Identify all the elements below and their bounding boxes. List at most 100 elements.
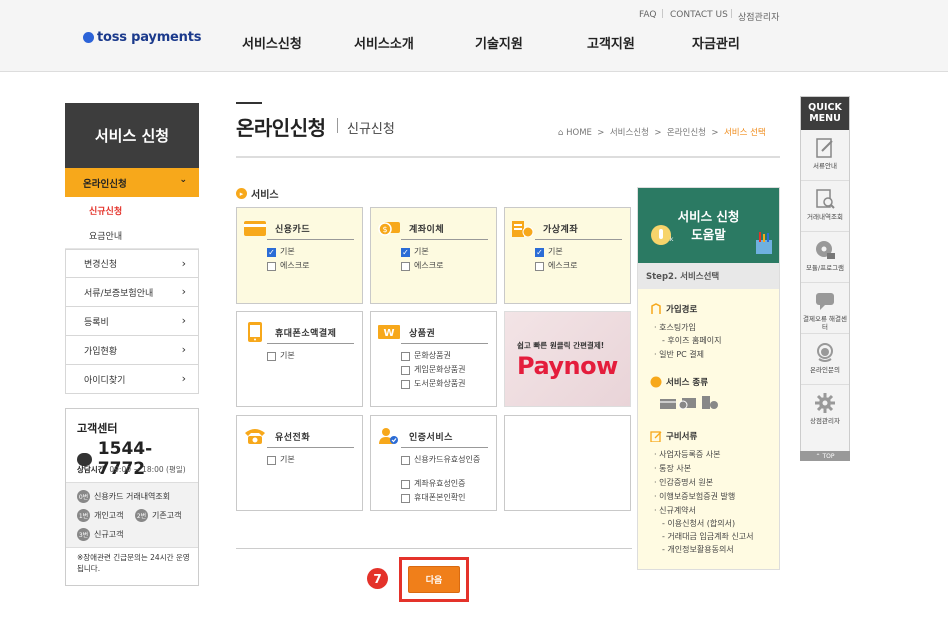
customer-center-title: 고객센터 [77,422,118,435]
customer-center-hours: 상담시간 09:00 ~ 18:00 (평일) [77,464,186,475]
option-checkbox[interactable]: 기본 [267,455,359,465]
quick-menu-item-merchant-admin[interactable]: 상점관리자 [801,386,849,436]
breadcrumb-item[interactable]: 온라인신청 [667,128,706,138]
sidebar-item-change-apply[interactable]: 변경신청 › [65,249,199,278]
nav-service-apply[interactable]: 서비스신청 [242,33,302,52]
checkbox-unchecked[interactable] [267,262,276,271]
help-item: · 호스팅가입 [654,323,696,332]
breadcrumb-home[interactable]: HOME [566,128,592,138]
checkbox-unchecked[interactable] [401,494,410,503]
checkbox-checked[interactable]: ✓ [401,248,410,257]
option-checkbox[interactable]: 문화상품권 [401,351,493,361]
checkbox-unchecked[interactable] [401,262,410,271]
service-card-virtual-account[interactable]: 가상계좌 ✓ 기본 에스크로 [504,207,631,304]
checkbox-unchecked[interactable] [267,456,276,465]
service-card-credit-card[interactable]: 신용카드 ✓ 기본 에스크로 [236,207,363,304]
checkbox-unchecked[interactable] [401,456,410,465]
option-checkbox[interactable]: 에스크로 [401,261,493,271]
util-divider: | [661,9,665,19]
service-card-account-transfer[interactable]: $ 계좌이체 ✓ 기본 에스크로 [370,207,497,304]
option-label: 계좌유효성인증 [414,479,466,488]
checkbox-unchecked[interactable] [401,352,410,361]
option-checkbox[interactable]: ✓ 기본 [267,247,359,257]
option-checkbox[interactable]: ✓ 기본 [401,247,493,257]
help-banner[interactable]: 서비스 신청 도움말 click [638,188,779,263]
card-divider [535,239,622,240]
service-card-landline[interactable]: 유선전화 기본 [236,415,363,511]
checkbox-checked[interactable]: ✓ [535,248,544,257]
page-title: 온라인신청 [236,116,326,140]
promo-slogan: 쉽고 빠른 원클릭 간편결제! [517,341,605,350]
option-checkbox[interactable]: ✓ 기본 [535,247,627,257]
bottom-divider [236,548,632,549]
sidebar-item-online-apply[interactable]: 온라인신청 ⌄ [65,168,199,197]
option-label: 신규고객 [94,530,124,539]
service-card-authentication[interactable]: 인증서비스 신용카드유효성인증 계좌유효성인증 휴대폰본인확인 [370,415,497,511]
quick-menu-item-error-center[interactable]: 결제오류 해결센터 [801,284,849,334]
sidebar-item-label: 아이디찾기 [84,375,126,386]
cs-option: 3번 신규고객 [77,528,123,541]
paynow-logo: Paynow [517,352,618,380]
checkbox-unchecked[interactable] [401,480,410,489]
sidebar-item-registration-fee[interactable]: 등록비 › [65,307,199,336]
util-link-contact[interactable]: CONTACT US [670,10,728,20]
svg-text:W: W [383,328,394,339]
option-checkbox[interactable]: 도서문화상품권 [401,379,493,389]
option-checkbox[interactable]: 에스크로 [535,261,627,271]
help-section-title: 서비스 종류 [650,376,708,388]
sidebar-title: 서비스 신청 [65,103,199,168]
breadcrumb: ⌂ HOME > 서비스신청 > 온라인신청 > 서비스 선택 [558,126,766,138]
toss-payments-logo[interactable]: toss payments [83,30,201,45]
mobile-phone-icon [243,322,267,342]
quick-menu-item-transaction[interactable]: 거래내역조회 [801,182,849,232]
service-card-mobile-payment[interactable]: 휴대폰소액결제 기본 [236,311,363,407]
option-checkbox[interactable]: 에스크로 [267,261,359,271]
help-item: - 개인정보활용동의서 [662,544,734,555]
nav-tech-support[interactable]: 기술지원 [475,33,523,52]
quick-menu-item-module[interactable]: 모듈/프로그램 [801,233,849,283]
breadcrumb-item[interactable]: 서비스신청 [610,128,649,138]
option-label: 기본 [414,247,429,256]
telephone-icon [243,428,267,444]
paynow-promo-banner[interactable]: 쉽고 빠른 원클릭 간편결제! Paynow [504,311,631,407]
quick-menu-item-inquiry[interactable]: 온라인문의 [801,335,849,385]
sidebar-subitem-new-apply[interactable]: 신규신청 [65,197,199,223]
checkbox-unchecked[interactable] [401,380,410,389]
top-label: TOP [822,452,835,460]
service-card-gift-certificate[interactable]: W 상품권 문화상품권 게임문화상품권 도서문화상품권 [370,311,497,407]
checkbox-unchecked[interactable] [267,352,276,361]
nav-fund-management[interactable]: 자금관리 [692,33,740,52]
home-icon: ⌂ [558,128,564,138]
sidebar-item-documents[interactable]: 서류/보증보험안내 › [65,278,199,307]
sidebar-item-find-id[interactable]: 아이디찾기 › [65,365,199,394]
sidebar-item-status[interactable]: 가입현황 › [65,336,199,365]
help-item-text: 이행보증보험증권 발행 [659,492,736,501]
service-name: 휴대폰소액결제 [275,328,337,339]
option-checkbox[interactable]: 게임문화상품권 [401,365,493,375]
checkbox-unchecked[interactable] [535,262,544,271]
nav-customer-support[interactable]: 고객지원 [587,33,635,52]
breadcrumb-separator: > [594,128,608,138]
sidebar-subitem-fee-guide[interactable]: 요금안내 [65,223,199,249]
option-checkbox[interactable]: 신용카드유효성인증 [401,455,493,465]
nav-service-intro[interactable]: 서비스소개 [354,33,414,52]
option-label: 도서문화상품권 [414,379,466,388]
checkbox-checked[interactable]: ✓ [267,248,276,257]
option-checkbox[interactable]: 계좌유효성인증 [401,479,493,489]
quick-menu-item-documents[interactable]: 서류안내 [801,131,849,181]
checkbox-unchecked[interactable] [401,366,410,375]
scroll-top-button[interactable]: ⌃ TOP [800,451,850,461]
util-link-faq[interactable]: FAQ [639,10,656,20]
search-document-icon [813,187,837,211]
option-checkbox[interactable]: 기본 [267,351,359,361]
next-button[interactable]: 다음 [408,566,460,593]
util-link-merchant-admin[interactable]: 상점관리자 [738,10,779,23]
quick-menu-label: 결제오류 해결센터 [803,315,847,331]
service-name: 계좌이체 [409,224,445,235]
coin-icon [650,376,662,388]
help-item-text: 통장 사본 [659,464,692,473]
option-checkbox[interactable]: 휴대폰본인확인 [401,493,493,503]
service-name: 인증서비스 [409,432,453,443]
option-label: 에스크로 [280,261,310,270]
arrow-circle-icon: ▸ [236,188,247,199]
